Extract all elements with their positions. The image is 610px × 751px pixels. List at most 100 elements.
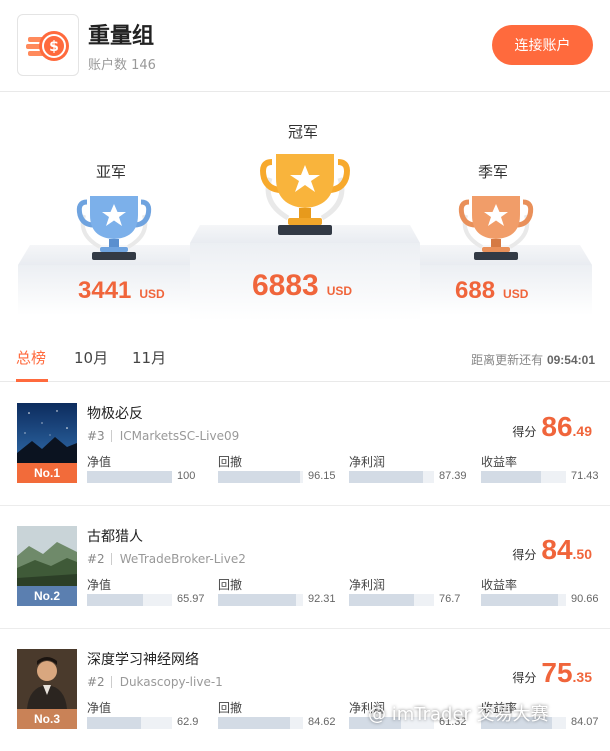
account-count: 账户数 146: [88, 58, 156, 73]
connect-account-button[interactable]: 连接账户: [492, 25, 593, 65]
metric-return-rate: 收益率 71.43: [481, 453, 601, 483]
champion-prize: 6883 USD: [252, 269, 352, 303]
metric-bar: [218, 594, 303, 606]
champion-label: 冠军: [288, 123, 319, 141]
tab-november[interactable]: 11月: [132, 347, 166, 368]
metric-value: 62.9: [177, 716, 199, 728]
broker-account: WeTradeBroker-Live2: [119, 552, 246, 566]
metric-drawdown: 回撤 96.15: [218, 453, 338, 483]
trader-name: 物极必反: [87, 406, 143, 422]
tab-overall[interactable]: 总榜: [16, 347, 46, 368]
rank-badge: No.1: [17, 463, 77, 483]
gold-trophy-icon: [260, 154, 350, 235]
metric-bar: [87, 717, 172, 729]
leaderboard-tabs: 总榜 10月 11月 距离更新还有 09:54:01: [0, 338, 610, 382]
trader-meta: #2 WeTradeBroker-Live2: [87, 552, 246, 566]
metric-equity: 净值 65.97: [87, 576, 207, 606]
countdown-value: 09:54:01: [546, 353, 595, 367]
leaderboard-row[interactable]: No.3 深度学习神经网络 #2 Dukascopy-live-1 得分 75 …: [0, 629, 610, 751]
metric-value: 84.62: [308, 716, 336, 728]
runner-up-prize-amount: 3441: [78, 277, 132, 304]
metric-bar: [481, 471, 566, 483]
trader-name: 古都猎人: [87, 529, 143, 545]
score-decimal: .49: [572, 423, 592, 439]
metric-equity: 净值 100: [87, 453, 207, 483]
leaderboard-row[interactable]: No.2 古都猎人 #2 WeTradeBroker-Live2 得分 84 .…: [0, 506, 610, 629]
score: 得分 84 .50: [512, 534, 592, 566]
champion-prize-currency: USD: [326, 284, 353, 298]
third-place-prize-amount: 688: [455, 277, 496, 304]
metric-value: 100: [177, 470, 196, 482]
metric-bar-fill: [218, 717, 291, 729]
metric-drawdown: 回撤 84.62: [218, 699, 338, 729]
score: 得分 86 .49: [512, 411, 592, 443]
avatar: No.1: [17, 403, 77, 483]
metric-label: 净利润: [349, 455, 386, 469]
runner-up-label: 亚军: [96, 163, 127, 181]
avatar-landscape-image: [17, 526, 77, 586]
metric-equity: 净值 62.9: [87, 699, 207, 729]
third-place-prize: 688 USD: [455, 277, 528, 305]
divider: [110, 430, 112, 442]
score-label: 得分: [512, 671, 537, 685]
metric-bar-fill: [87, 717, 141, 729]
metric-drawdown: 回撤 92.31: [218, 576, 338, 606]
metric-net-profit: 净利润 76.7: [349, 576, 469, 606]
metric-bar: [481, 594, 566, 606]
leaderboard-row[interactable]: No.1 物极必反 #3 ICMarketsSC-Live09 得分 86 .4…: [0, 383, 610, 506]
metric-bar: [218, 717, 303, 729]
metric-value: 90.66: [571, 593, 599, 605]
metric-bar: [218, 471, 303, 483]
score-integer: 84: [541, 534, 573, 565]
metric-bar-fill: [349, 471, 423, 483]
third-place-label: 季军: [478, 163, 509, 181]
sub-rank: #2: [87, 675, 105, 689]
metric-value: 92.31: [308, 593, 336, 605]
metric-net-profit: 净利润 87.39: [349, 453, 469, 483]
bronze-trophy-icon: [458, 196, 534, 260]
metric-label: 回撤: [218, 578, 243, 592]
trader-name: 深度学习神经网络: [87, 652, 199, 668]
sub-rank: #3: [87, 429, 105, 443]
third-place-prize-currency: USD: [503, 287, 529, 301]
score-integer: 75: [541, 657, 573, 688]
champion-prize-amount: 6883: [252, 269, 319, 302]
rank-badge: No.2: [17, 586, 77, 606]
metric-bar: [349, 471, 434, 483]
tab-october[interactable]: 10月: [74, 347, 108, 368]
metric-bar-fill: [481, 594, 559, 606]
metric-bar-fill: [87, 471, 172, 483]
countdown-label: 距离更新还有: [471, 353, 544, 367]
metric-label: 收益率: [481, 455, 518, 469]
metric-bar-fill: [349, 594, 415, 606]
metric-bar: [87, 471, 172, 483]
metric-value: 76.7: [439, 593, 461, 605]
trader-meta: #2 Dukascopy-live-1: [87, 675, 223, 689]
svg-text:$: $: [49, 39, 59, 55]
metric-bar-fill: [481, 471, 542, 483]
coin-stack-icon: $: [26, 31, 69, 61]
score-label: 得分: [512, 548, 537, 562]
metric-label: 回撤: [218, 701, 243, 715]
metric-label: 收益率: [481, 578, 518, 592]
watermark: @ imTrader 交易大赛: [368, 704, 549, 725]
group-title: 重量组: [88, 24, 155, 49]
score-label: 得分: [512, 425, 537, 439]
metric-value: 96.15: [308, 470, 336, 482]
avatar: No.3: [17, 649, 77, 729]
metric-label: 净利润: [349, 578, 386, 592]
metric-label: 净值: [87, 578, 112, 592]
avatar: No.2: [17, 526, 77, 606]
group-logo: $: [17, 14, 79, 76]
avatar-night-sky-image: [17, 403, 77, 463]
score-decimal: .35: [572, 669, 592, 685]
score-decimal: .50: [572, 546, 592, 562]
active-tab-indicator: [16, 379, 48, 382]
score: 得分 75 .35: [512, 657, 592, 689]
group-header: $ 重量组 账户数 146 连接账户: [0, 0, 610, 92]
metric-return-rate: 收益率 90.66: [481, 576, 601, 606]
broker-account: ICMarketsSC-Live09: [119, 429, 240, 443]
runner-up-prize: 3441 USD: [78, 277, 165, 305]
metric-bar-fill: [218, 471, 300, 483]
sub-rank: #2: [87, 552, 105, 566]
